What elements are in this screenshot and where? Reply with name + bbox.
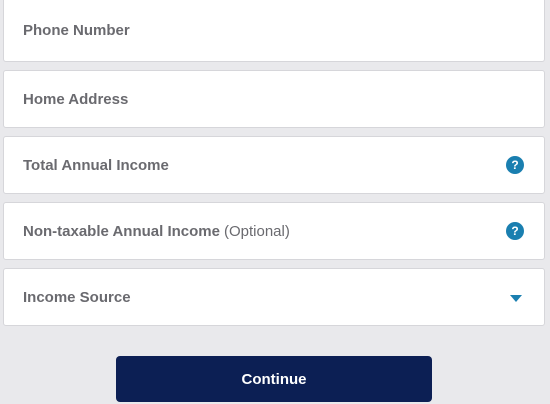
application-form: Phone Number Home Address Total Annual I… [3,0,545,326]
home-address-field[interactable]: Home Address [3,70,545,128]
chevron-down-icon[interactable] [510,295,522,302]
help-icon[interactable]: ? [506,222,524,240]
optional-hint: (Optional) [223,222,290,240]
income-source-label: Income Source [23,288,131,306]
total-annual-income-label: Total Annual Income [23,156,169,174]
non-taxable-annual-income-label: Non-taxable Annual Income [23,222,220,240]
phone-number-label: Phone Number [23,22,130,39]
phone-number-field[interactable]: Phone Number [3,0,545,62]
income-source-select[interactable]: Income Source [3,268,545,326]
home-address-label: Home Address [23,90,129,108]
help-icon[interactable]: ? [506,156,524,174]
non-taxable-annual-income-field[interactable]: Non-taxable Annual Income (Optional) ? [3,202,545,260]
total-annual-income-field[interactable]: Total Annual Income ? [3,136,545,194]
continue-button[interactable]: Continue [116,356,432,402]
